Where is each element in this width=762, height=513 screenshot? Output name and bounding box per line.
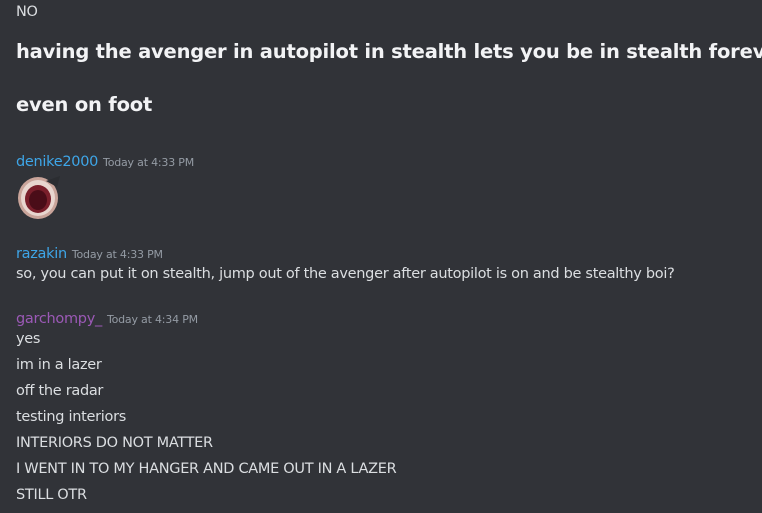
message-text-large: having the avenger in autopilot in steal… [16,40,762,63]
username[interactable]: razakin [16,246,67,262]
username[interactable]: denike2000 [16,154,98,170]
message-text: INTERIORS DO NOT MATTER [16,435,213,451]
message-text: NO [16,4,38,20]
timestamp[interactable]: Today at 4:33 PM [103,156,194,169]
round-reddish-sticker-icon[interactable] [16,173,64,221]
message-text: off the radar [16,383,104,399]
message-header: denike2000 Today at 4:33 PM [16,151,194,173]
message-text: I WENT IN TO MY HANGER AND CAME OUT IN A… [16,461,397,477]
message-header: razakin Today at 4:33 PM [16,243,163,265]
username[interactable]: garchompy_ [16,311,102,327]
message-text-large: even on foot [16,93,153,116]
message-text: testing interiors [16,409,126,425]
message-text: so, you can put it on stealth, jump out … [16,266,675,282]
message-text: yes [16,331,41,347]
message-text: im in a lazer [16,357,102,373]
message-header: garchompy_ Today at 4:34 PM [16,308,198,330]
timestamp[interactable]: Today at 4:33 PM [72,248,163,261]
timestamp[interactable]: Today at 4:34 PM [107,313,198,326]
message-text: STILL OTR [16,487,87,503]
